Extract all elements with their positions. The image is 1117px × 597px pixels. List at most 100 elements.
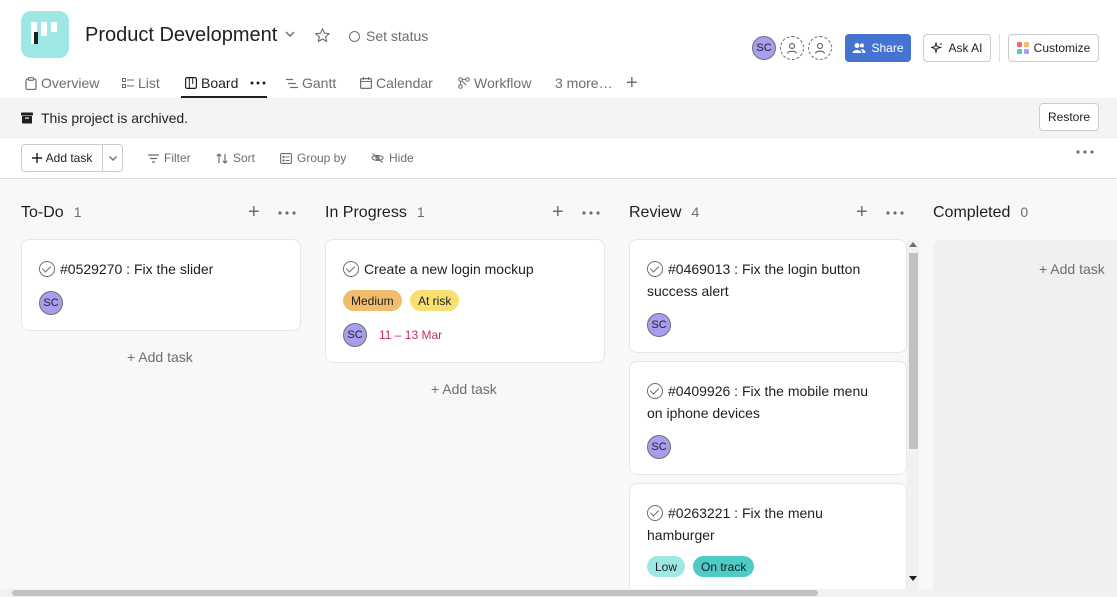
tab-label: List (138, 75, 160, 91)
tab-calendar[interactable]: Calendar (360, 75, 433, 91)
column-count: 0 (1020, 204, 1029, 220)
column-drop-zone[interactable] (933, 240, 1117, 589)
due-date[interactable]: 11 – 13 Mar (379, 328, 442, 342)
add-task-label: Add task (138, 349, 193, 365)
priority-badge[interactable]: Low (647, 556, 686, 577)
avatar[interactable]: SC (343, 323, 367, 347)
customize-label: Customize (1033, 41, 1091, 55)
gantt-icon (286, 78, 298, 88)
tab-label: Gantt (302, 75, 337, 91)
customize-icon (1016, 42, 1029, 54)
tab-overview[interactable]: Overview (25, 75, 99, 91)
more-icon[interactable] (250, 81, 266, 85)
project-title[interactable]: Product Development (85, 24, 277, 47)
add-task-link[interactable]: + Add task (1039, 261, 1105, 277)
task-card[interactable]: #0469013 : Fix the login button success … (629, 239, 907, 353)
scroll-up-arrow-icon[interactable] (909, 241, 917, 247)
share-button[interactable]: Share (845, 34, 911, 62)
column-header-completed[interactable]: Completed 0 (933, 204, 1028, 222)
task-title: #0263221 : Fix the menu hamburger (647, 502, 887, 546)
column-count: 4 (691, 204, 700, 220)
complete-check-icon[interactable] (39, 261, 55, 277)
group-by-button[interactable]: Group by (280, 151, 346, 165)
more-icon[interactable] (1076, 150, 1094, 154)
add-task-label: Add task (1050, 261, 1105, 277)
archived-banner: This project is archived. Restore (0, 98, 1117, 138)
scroll-down-arrow-icon[interactable] (909, 576, 917, 582)
set-status-button[interactable]: Set status (349, 28, 428, 44)
add-task-dropdown[interactable] (103, 145, 122, 171)
add-member-icon[interactable] (808, 36, 832, 60)
priority-badge[interactable]: Medium (343, 290, 402, 311)
add-task-link[interactable]: + Add task (127, 349, 193, 365)
hide-button[interactable]: Hide (371, 151, 414, 165)
task-card[interactable]: Create a new login mockup Medium At risk… (325, 239, 605, 363)
project-members[interactable]: SC (752, 36, 832, 60)
board-icon (31, 22, 57, 44)
avatar[interactable]: SC (39, 291, 63, 315)
column-header-todo[interactable]: To-Do 1 (21, 204, 81, 222)
tab-label: Overview (41, 75, 100, 91)
add-task-icon[interactable]: + (856, 202, 868, 222)
status-badge[interactable]: On track (693, 556, 755, 577)
sort-button[interactable]: Sort (216, 151, 255, 165)
project-tabs: Overview List Board Gantt Calendar Workf… (0, 72, 1117, 98)
more-icon[interactable] (886, 211, 904, 215)
tab-gantt[interactable]: Gantt (286, 75, 336, 91)
workflow-icon (458, 77, 470, 89)
add-member-icon[interactable] (780, 36, 804, 60)
add-task-link[interactable]: + Add task (431, 381, 497, 397)
filter-button[interactable]: Filter (148, 151, 191, 165)
clipboard-icon (25, 76, 37, 90)
ask-ai-button[interactable]: Ask AI (923, 34, 991, 62)
avatar[interactable]: SC (752, 36, 776, 60)
column-header-review[interactable]: Review 4 (629, 204, 699, 222)
task-title-text: #0409926 : Fix the mobile menu on iphone… (647, 383, 869, 421)
add-task-button[interactable]: Add task (22, 145, 103, 171)
add-task-icon[interactable]: + (552, 202, 564, 222)
chevron-down-icon[interactable] (284, 28, 296, 40)
sort-label: Sort (233, 151, 256, 165)
column-header-in-progress[interactable]: In Progress 1 (325, 204, 425, 222)
horizontal-scrollbar-thumb[interactable] (12, 590, 818, 596)
restore-button[interactable]: Restore (1039, 103, 1099, 131)
more-icon[interactable] (278, 211, 296, 215)
status-badge[interactable]: At risk (410, 290, 460, 311)
sort-icon (216, 152, 228, 164)
more-icon[interactable] (582, 211, 600, 215)
project-icon[interactable] (21, 11, 69, 58)
tab-board[interactable]: Board (185, 75, 266, 91)
add-task-icon[interactable]: + (248, 202, 260, 222)
tab-label: 3 more… (555, 75, 613, 91)
group-by-label: Group by (297, 151, 347, 165)
filter-label: Filter (164, 151, 191, 165)
divider (999, 34, 1000, 62)
set-status-label: Set status (366, 28, 429, 44)
task-card[interactable]: #0409926 : Fix the mobile menu on iphone… (629, 361, 907, 475)
tab-more[interactable]: 3 more… (555, 75, 613, 91)
task-title-text: Create a new login mockup (364, 261, 534, 277)
tab-workflow[interactable]: Workflow (458, 75, 531, 91)
filter-icon (148, 153, 159, 163)
task-title-text: #0263221 : Fix the menu hamburger (647, 505, 823, 543)
complete-check-icon[interactable] (647, 383, 663, 399)
task-title: #0529270 : Fix the slider (39, 258, 279, 280)
column-title: In Progress (325, 204, 407, 221)
task-title: #0469013 : Fix the login button success … (647, 258, 887, 302)
add-tab-icon[interactable]: + (626, 73, 638, 93)
board-horizontal-scrollbar[interactable] (0, 589, 1117, 597)
avatar[interactable]: SC (647, 435, 671, 459)
task-card[interactable]: #0263221 : Fix the menu hamburger Low On… (629, 483, 907, 589)
task-card[interactable]: #0529270 : Fix the slider SC (21, 239, 301, 331)
star-icon[interactable] (314, 27, 331, 44)
complete-check-icon[interactable] (647, 261, 663, 277)
tab-list[interactable]: List (122, 75, 160, 91)
complete-check-icon[interactable] (647, 505, 663, 521)
column-scrollbar-thumb[interactable] (909, 253, 918, 449)
board-toolbar: Add task Filter Sort Group by Hide (0, 138, 1117, 179)
avatar[interactable]: SC (647, 313, 671, 337)
hide-label: Hide (389, 151, 414, 165)
complete-check-icon[interactable] (343, 261, 359, 277)
list-icon (122, 77, 134, 88)
customize-button[interactable]: Customize (1008, 34, 1099, 62)
